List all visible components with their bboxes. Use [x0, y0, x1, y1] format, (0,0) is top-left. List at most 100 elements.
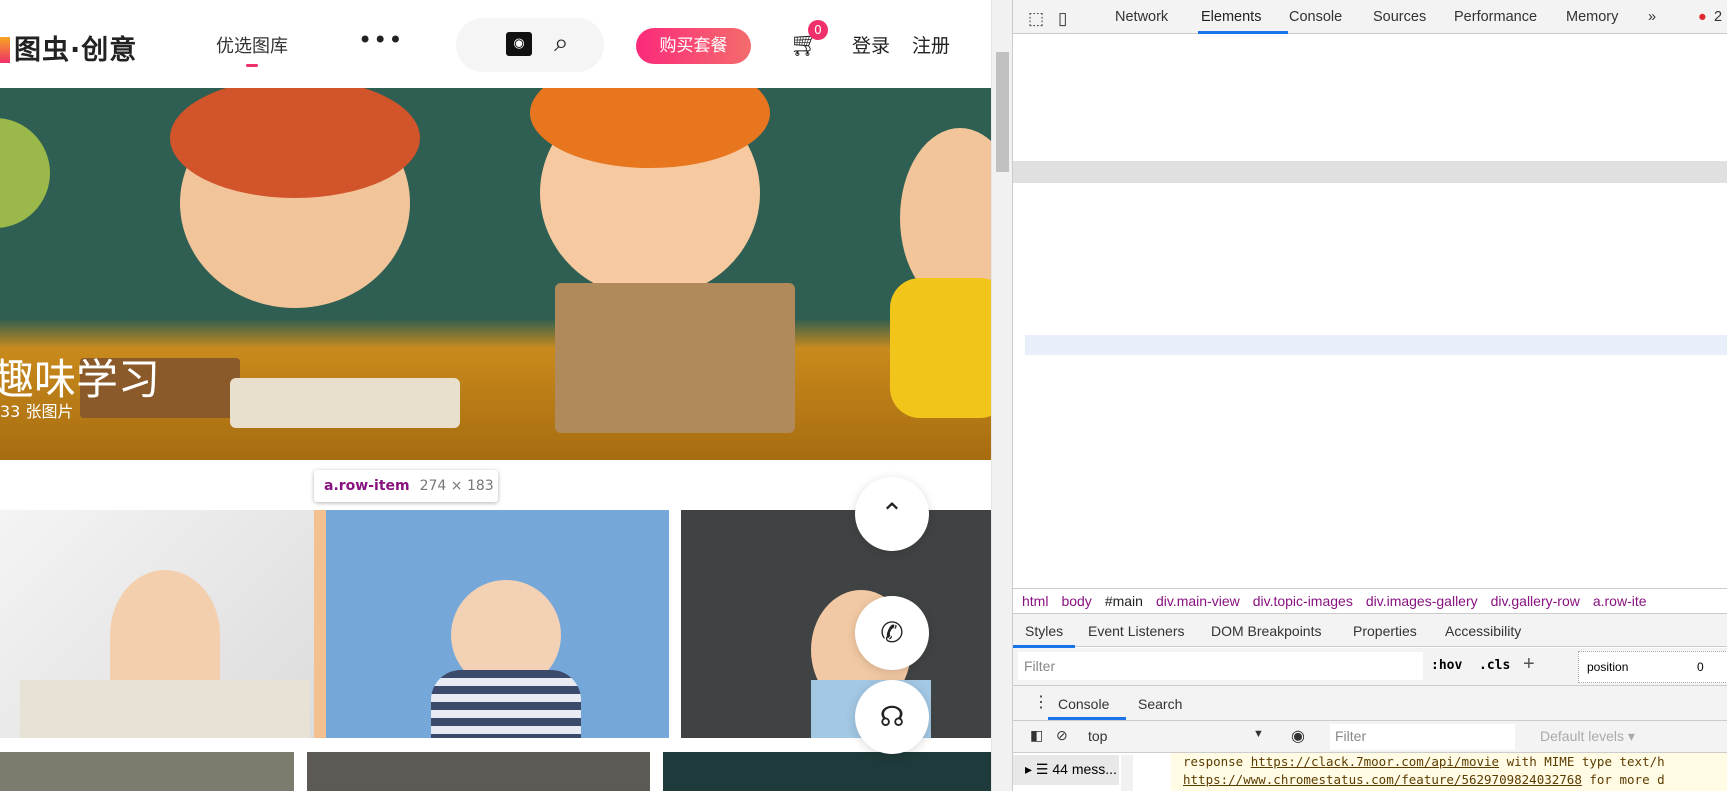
- site-logo[interactable]: 图虫·创意: [0, 28, 137, 67]
- buy-package-button[interactable]: 购买套餐: [636, 28, 751, 64]
- box-model: position 0: [1578, 651, 1727, 683]
- console-filter-input[interactable]: Filter: [1330, 724, 1515, 750]
- gallery-image[interactable]: [0, 752, 294, 791]
- back-to-top-icon: ⌃: [880, 497, 904, 530]
- elements-dom-tree[interactable]: ▼<a href="/image?imageId=574369927949218…: [1013, 36, 1727, 592]
- back-to-top-button[interactable]: ⌃: [855, 477, 929, 551]
- drawer-menu-icon[interactable]: ⋮: [1033, 692, 1049, 712]
- console-link[interactable]: https://www.chromestatus.com/feature/562…: [1183, 772, 1582, 787]
- gallery-image[interactable]: [663, 752, 991, 791]
- inspect-tooltip: a.row-item 274 × 183: [314, 470, 498, 502]
- tab-network[interactable]: Network: [1115, 9, 1168, 25]
- gallery-image[interactable]: [307, 752, 650, 791]
- devtools-tabbar: ⬚ ▯ Network Elements Console Sources Per…: [1013, 0, 1727, 34]
- sidebar-toggle-icon[interactable]: ◧: [1030, 727, 1043, 744]
- tab-elements[interactable]: Elements: [1201, 9, 1261, 25]
- scrollbar-thumb[interactable]: [996, 52, 1009, 172]
- console-text: for more d: [1581, 772, 1665, 787]
- device-toolbar-icon[interactable]: ▯: [1058, 9, 1067, 29]
- login-link[interactable]: 登录: [852, 31, 890, 58]
- messages-count: 44 mess...: [1052, 761, 1117, 777]
- more-menu-button[interactable]: •••: [358, 26, 403, 54]
- styles-filter-row: Filter :hov .cls + position 0: [1013, 648, 1727, 686]
- tab-console[interactable]: Console: [1289, 9, 1342, 25]
- customer-service-button[interactable]: ☊: [855, 680, 929, 754]
- breadcrumb-item[interactable]: html: [1022, 593, 1048, 609]
- breadcrumb-item[interactable]: #main: [1105, 593, 1143, 609]
- breadcrumb-item[interactable]: a.row-ite: [1593, 593, 1647, 609]
- context-dropdown-icon[interactable]: ▼: [1253, 728, 1264, 740]
- console-line: https://www.chromestatus.com/feature/562…: [1183, 771, 1727, 789]
- phone-button[interactable]: ✆: [855, 596, 929, 670]
- tab-properties[interactable]: Properties: [1353, 623, 1417, 639]
- dom-breadcrumb: html body #main div.main-view div.topic-imag…: [1013, 588, 1727, 614]
- drawer-tabbar: ⋮ Console Search: [1013, 686, 1727, 721]
- breadcrumb-item[interactable]: div.topic-images: [1253, 593, 1353, 609]
- sidebar-scrollbar[interactable]: [1121, 755, 1133, 791]
- tooltip-size: 274 × 183: [419, 478, 494, 494]
- gallery-image-boy-letters[interactable]: [326, 510, 669, 738]
- tab-sources[interactable]: Sources: [1373, 9, 1426, 25]
- breadcrumb-item[interactable]: div.gallery-row: [1491, 593, 1580, 609]
- image-art: [20, 680, 310, 738]
- search-box[interactable]: ◉ ⌕: [456, 18, 604, 72]
- tab-performance[interactable]: Performance: [1454, 9, 1537, 25]
- search-icon[interactable]: ⌕: [554, 28, 569, 59]
- banner-art: [890, 278, 991, 418]
- more-tabs-button[interactable]: »: [1648, 9, 1656, 25]
- hovered-node-row: [1025, 334, 1727, 355]
- nav-active-indicator: [246, 64, 258, 67]
- console-warning-message: response https://clack.7moor.com/api/mov…: [1171, 753, 1727, 791]
- topic-banner: 趣味学习 33 张图片: [0, 88, 991, 460]
- tab-event-listeners[interactable]: Event Listeners: [1088, 623, 1185, 639]
- image-art: [431, 670, 581, 738]
- tab-styles[interactable]: Styles: [1025, 623, 1063, 639]
- gallery-image-math-girl[interactable]: [0, 510, 314, 738]
- console-line: response https://clack.7moor.com/api/mov…: [1183, 753, 1727, 771]
- gallery-image-chalkboard-boy[interactable]: [681, 510, 991, 738]
- tab-memory[interactable]: Memory: [1566, 9, 1618, 25]
- error-icon: ●: [1698, 9, 1707, 25]
- drawer-tab-search[interactable]: Search: [1138, 696, 1182, 712]
- tab-dom-breakpoints[interactable]: DOM Breakpoints: [1211, 623, 1321, 639]
- styles-filter-input[interactable]: Filter: [1018, 652, 1423, 680]
- live-expression-eye-icon[interactable]: ◉: [1291, 726, 1305, 746]
- console-area: ▸ ☰ 44 mess... response https://clack.7m…: [1013, 753, 1727, 791]
- breadcrumb-item[interactable]: div.main-view: [1156, 593, 1240, 609]
- inspect-element-icon[interactable]: ⬚: [1028, 9, 1044, 29]
- tab-accessibility[interactable]: Accessibility: [1445, 623, 1521, 639]
- log-levels-select[interactable]: Default levels ▾: [1540, 728, 1635, 745]
- web-page: 图虫·创意 优选图库 ••• ◉ ⌕ 购买套餐 🛒︎ 0 登录 注册 趣味学习 …: [0, 0, 991, 791]
- page-scrollbar[interactable]: [991, 0, 1012, 791]
- site-header: 图虫·创意 优选图库 ••• ◉ ⌕ 购买套餐 🛒︎ 0 登录 注册: [0, 0, 991, 88]
- topic-image-count: 33 张图片: [0, 402, 74, 421]
- styles-tabbar: Styles Event Listeners DOM Breakpoints P…: [1013, 614, 1727, 648]
- messages-group[interactable]: ▸ ☰ 44 mess...: [1013, 755, 1119, 785]
- cls-toggle[interactable]: .cls: [1479, 658, 1510, 673]
- hov-toggle[interactable]: :hov: [1431, 658, 1462, 673]
- cart-count-badge: 0: [808, 20, 828, 40]
- selected-node-row: [1013, 160, 1727, 183]
- banner-art: [0, 118, 50, 228]
- error-count[interactable]: 2: [1714, 9, 1722, 25]
- breadcrumb-item[interactable]: div.images-gallery: [1366, 593, 1478, 609]
- logo-mark: [0, 37, 10, 63]
- register-link[interactable]: 注册: [912, 31, 950, 58]
- headset-icon: ☊: [879, 700, 905, 733]
- console-text: response: [1183, 754, 1251, 769]
- nav-curated-gallery[interactable]: 优选图库: [216, 32, 288, 58]
- drawer-tab-console[interactable]: Console: [1058, 696, 1109, 712]
- console-toolbar: ◧ ⊘ top ▼ ◉ Filter Default levels ▾: [1013, 721, 1727, 753]
- context-select[interactable]: top: [1088, 728, 1107, 744]
- box-model-label: position: [1587, 660, 1629, 674]
- active-tab-indicator: [1048, 717, 1126, 720]
- banner-art: [230, 378, 460, 428]
- active-tab-indicator: [1198, 31, 1288, 34]
- breadcrumb-item[interactable]: body: [1061, 593, 1091, 609]
- clear-console-icon[interactable]: ⊘: [1056, 727, 1068, 744]
- camera-icon[interactable]: ◉: [506, 32, 532, 56]
- new-rule-button[interactable]: +: [1523, 653, 1535, 676]
- highlight-margin: [314, 510, 326, 738]
- console-text: with MIME type text/h: [1499, 754, 1665, 769]
- console-link[interactable]: https://clack.7moor.com/api/movie: [1251, 754, 1499, 769]
